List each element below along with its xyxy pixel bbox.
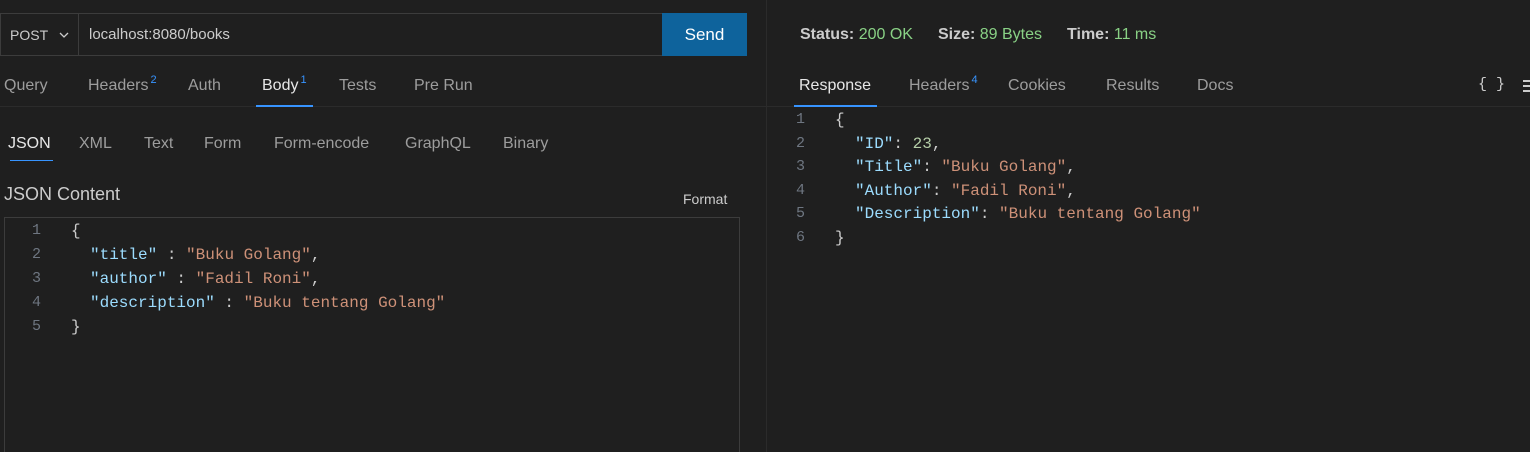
- tab-label: Query: [4, 77, 48, 94]
- line-number: 5: [795, 205, 805, 222]
- json-value: "Buku tentang Golang": [999, 205, 1201, 223]
- json-key: "description": [90, 294, 215, 312]
- size-item: Size: 89 Bytes: [938, 26, 1042, 44]
- code-line: "Title": "Buku Golang",: [855, 158, 1076, 176]
- line-number: 2: [31, 246, 41, 263]
- line-number: 3: [795, 158, 805, 175]
- url-input[interactable]: [89, 14, 649, 55]
- code-open-brace: {: [835, 111, 845, 129]
- json-value: "Fadil Roni": [951, 182, 1067, 200]
- body-type-text[interactable]: Text: [144, 125, 173, 163]
- tab-label: Headers: [88, 77, 149, 94]
- code-open-brace: {: [71, 222, 81, 240]
- body-type-form-encode[interactable]: Form-encode: [274, 125, 369, 163]
- status-item: Status: 200 OK: [800, 26, 913, 44]
- tab-badge: 4: [971, 74, 978, 86]
- method-select[interactable]: POST: [1, 14, 79, 55]
- json-value: "Buku tentang Golang": [243, 294, 446, 312]
- body-type-json[interactable]: JSON: [8, 125, 53, 163]
- tab-label: Body: [262, 77, 299, 94]
- line-number: 4: [795, 182, 805, 199]
- code-line: "author" : "Fadil Roni",: [90, 270, 321, 288]
- tab-headers[interactable]: Headers 2: [88, 66, 157, 106]
- tab-label: Cookies: [1008, 77, 1066, 94]
- request-body-editor[interactable]: 1 2 3 4 5 { "title" : "Buku Golang", "au…: [4, 217, 740, 452]
- code-line: "Description": "Buku tentang Golang": [855, 205, 1201, 223]
- size-label: Size:: [937, 26, 976, 43]
- status-value: 200 OK: [858, 26, 913, 43]
- code-close-brace: }: [71, 318, 81, 336]
- tab-badge: 1: [300, 74, 307, 86]
- code-line: "ID": 23,: [855, 135, 942, 153]
- tab-label: Auth: [188, 77, 221, 94]
- response-body-viewer: 1 2 3 4 5 6 { "ID": 23, "Title": "Buku G…: [767, 108, 1530, 452]
- tab-label: Pre Run: [414, 77, 473, 94]
- response-status-bar: Status: 200 OK Size: 89 Bytes Time: 11 m…: [800, 26, 1181, 44]
- line-number: 2: [795, 135, 805, 152]
- body-type-binary[interactable]: Binary: [503, 125, 548, 163]
- code-line: "description" : "Buku tentang Golang": [90, 294, 446, 312]
- request-tabs: Query Headers 2 Auth Body 1 Tests Pre Run: [0, 66, 766, 107]
- send-button[interactable]: Send: [662, 13, 747, 56]
- json-key: "author": [90, 270, 167, 288]
- json-key: "ID": [855, 135, 894, 153]
- code-line: "title" : "Buku Golang",: [90, 246, 321, 264]
- url-bar: POST Send: [0, 13, 747, 56]
- body-type-tabs: JSON XML Text Form Form-encode GraphQL B…: [0, 125, 766, 165]
- tab-response-headers[interactable]: Headers 4: [909, 66, 978, 106]
- code-line: "Author": "Fadil Roni",: [855, 182, 1076, 200]
- tab-cookies[interactable]: Cookies: [1008, 66, 1066, 106]
- format-button[interactable]: Format: [683, 191, 727, 207]
- tab-results[interactable]: Results: [1106, 66, 1159, 106]
- code-close-brace: }: [835, 229, 845, 247]
- body-type-graphql[interactable]: GraphQL: [405, 125, 471, 163]
- time-value: 11 ms: [1113, 26, 1157, 43]
- status-label: Status:: [800, 26, 855, 43]
- braces-icon[interactable]: { }: [1478, 76, 1505, 93]
- body-type-xml[interactable]: XML: [79, 125, 112, 163]
- request-pane: POST Send Query Headers2 Auth Body1 Test…: [0, 0, 766, 452]
- tab-label: Docs: [1197, 77, 1234, 94]
- tab-pre-run[interactable]: Pre Run: [414, 66, 473, 106]
- tab-tests[interactable]: Tests: [339, 66, 376, 106]
- tab-label: Headers: [909, 77, 970, 94]
- json-content-title: JSON Content: [4, 184, 121, 204]
- body-type-form[interactable]: Form: [204, 125, 241, 163]
- json-key: "title": [90, 246, 158, 264]
- tab-auth[interactable]: Auth: [188, 66, 221, 106]
- json-key: "Author": [855, 182, 932, 200]
- tab-response[interactable]: Response: [793, 66, 878, 107]
- json-value: "Buku Golang": [186, 246, 311, 264]
- json-key: "Title": [855, 158, 923, 176]
- tab-label: Response: [799, 77, 872, 94]
- line-number: 5: [31, 318, 41, 335]
- menu-icon[interactable]: [1523, 80, 1530, 92]
- tab-badge: 2: [150, 74, 157, 86]
- line-number: 6: [795, 229, 805, 246]
- chevron-down-icon: [59, 32, 69, 38]
- time-label: Time:: [1067, 26, 1110, 43]
- line-number: 4: [31, 294, 41, 311]
- tab-docs[interactable]: Docs: [1197, 66, 1233, 106]
- method-label: POST: [10, 26, 49, 43]
- json-value: "Fadil Roni": [195, 270, 311, 288]
- response-pane: Status: 200 OK Size: 89 Bytes Time: 11 m…: [767, 0, 1530, 452]
- json-key: "Description": [855, 205, 980, 223]
- tab-query[interactable]: Query: [4, 66, 48, 106]
- line-number: 3: [31, 270, 41, 287]
- tab-label: Tests: [339, 77, 377, 94]
- response-tabs: Response Headers 4 Cookies Results Docs: [767, 66, 1530, 107]
- json-value: 23: [912, 135, 932, 153]
- line-number: 1: [795, 111, 805, 128]
- size-value: 89 Bytes: [979, 26, 1043, 43]
- line-number: 1: [31, 222, 41, 239]
- tab-body[interactable]: Body 1: [256, 66, 313, 107]
- json-value: "Buku Golang": [941, 158, 1067, 176]
- tab-label: Results: [1106, 77, 1160, 94]
- time-item: Time: 11 ms: [1067, 26, 1156, 44]
